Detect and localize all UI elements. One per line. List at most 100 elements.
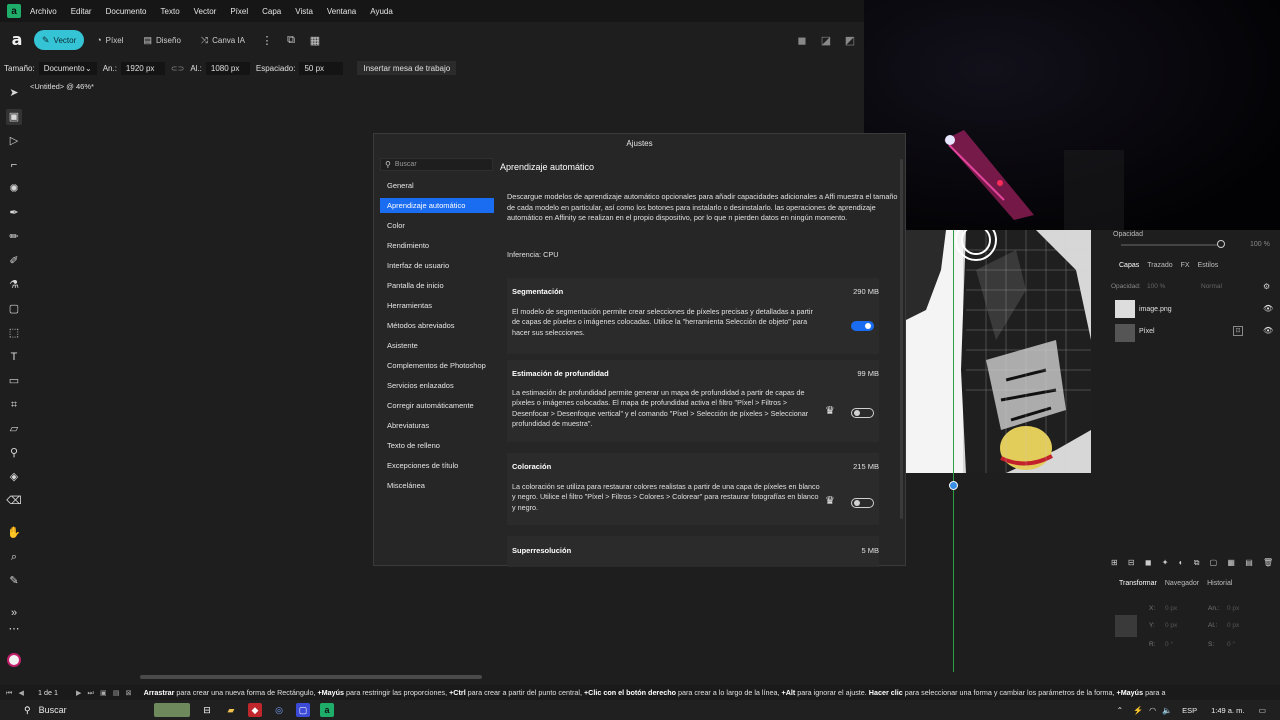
layer-actions[interactable]: ⊞ ⊟ ◼ ✦ ◐ ⧉ ▢ ▦ ▤ 🗑: [1111, 558, 1277, 568]
expand-icon[interactable]: »: [6, 605, 22, 621]
network-icon[interactable]: ⚡: [1133, 706, 1143, 715]
brush-tool-icon[interactable]: ✐: [6, 253, 22, 269]
settings-app-icon[interactable]: ◎: [272, 703, 286, 717]
spacing-field[interactable]: 50 px: [299, 61, 344, 75]
fill-tool-icon[interactable]: ⚗: [6, 277, 22, 293]
node-tool-icon[interactable]: ▷: [6, 133, 22, 149]
chevron-up-icon[interactable]: ⌃: [1116, 706, 1123, 715]
layer-name-pixel[interactable]: Píxel: [1139, 328, 1155, 335]
ruler-tool-icon[interactable]: ▱: [6, 421, 22, 437]
nav-user-interface[interactable]: Interfaz de usuario: [380, 258, 494, 273]
nav-linked-services[interactable]: Servicios enlazados: [380, 378, 494, 393]
color-swatch-icon[interactable]: [7, 653, 21, 667]
anchor-selector-icon[interactable]: [1115, 615, 1137, 637]
menu-ventana[interactable]: Ventana: [327, 7, 356, 16]
persona-vector-button[interactable]: ✎ Vector: [34, 30, 85, 50]
transform-y-field[interactable]: 0 px: [1165, 622, 1177, 629]
first-page-icon[interactable]: ⏮: [6, 688, 12, 698]
language-indicator[interactable]: ESP: [1182, 706, 1197, 715]
dialog-scrollbar[interactable]: [900, 159, 903, 519]
task-view-icon[interactable]: ⊟: [200, 703, 214, 717]
height-field[interactable]: 1080 px: [205, 61, 250, 75]
opacity-slider[interactable]: [1121, 244, 1217, 246]
notifications-icon[interactable]: ▭: [1258, 706, 1266, 715]
tab-stroke[interactable]: Trazado: [1147, 262, 1172, 269]
nav-performance[interactable]: Rendimiento: [380, 238, 494, 253]
persona-layout-button[interactable]: ▤ Diseño: [135, 30, 188, 50]
zoom-tool-icon[interactable]: ⌕: [6, 549, 22, 565]
tab-layers[interactable]: Capas: [1119, 262, 1139, 269]
menu-pixel[interactable]: Píxel: [230, 7, 248, 16]
more-options-icon[interactable]: ⋮: [257, 30, 277, 50]
segmentation-toggle[interactable]: [851, 321, 874, 331]
transform-s-field[interactable]: 0 °: [1227, 641, 1235, 648]
nav-filler-text[interactable]: Texto de relleno: [380, 438, 494, 453]
menu-texto[interactable]: Texto: [161, 7, 180, 16]
menu-capa[interactable]: Capa: [262, 7, 281, 16]
browser-icon[interactable]: ◆: [248, 703, 262, 717]
artboard-tool-icon[interactable]: ▣: [6, 109, 22, 125]
nav-shortcuts[interactable]: Métodos abreviados: [380, 318, 494, 333]
tab-fx[interactable]: FX: [1181, 262, 1190, 269]
menu-archivo[interactable]: Archivo: [30, 7, 57, 16]
file-explorer-icon[interactable]: ▰: [224, 703, 238, 717]
tab-styles[interactable]: Estilos: [1198, 262, 1219, 269]
page-options-icon[interactable]: ▣: [100, 688, 107, 697]
menu-ayuda[interactable]: Ayuda: [370, 7, 393, 16]
persona-canva-ai-button[interactable]: ⤨ Canva IA: [193, 30, 253, 50]
visibility-eye-icon[interactable]: 👁: [1263, 304, 1273, 313]
nav-autocorrect[interactable]: Corregir automáticamente: [380, 398, 494, 413]
rectangle-tool-icon[interactable]: ▢: [6, 301, 22, 317]
widgets-icon[interactable]: [154, 703, 190, 717]
horizontal-scrollbar[interactable]: [140, 675, 482, 679]
crop-tool-icon[interactable]: ⌗: [6, 397, 22, 413]
app-icon[interactable]: ▢: [296, 703, 310, 717]
more-tools-icon[interactable]: ⋯: [6, 621, 22, 637]
boolean-intersect-icon[interactable]: ◩: [840, 30, 860, 50]
menu-editar[interactable]: Editar: [71, 7, 92, 16]
insert-artboard-button[interactable]: Insertar mesa de trabajo: [357, 61, 457, 75]
nav-assistant[interactable]: Asistente: [380, 338, 494, 353]
transform-h-field[interactable]: 0 px: [1227, 622, 1239, 629]
nav-title-exceptions[interactable]: Excepciones de título: [380, 458, 494, 473]
menu-vista[interactable]: Vista: [295, 7, 313, 16]
prev-page-icon[interactable]: ◀: [18, 688, 24, 697]
depth-toggle[interactable]: [851, 408, 874, 418]
blend-mode-select[interactable]: Normal: [1201, 283, 1222, 290]
eraser-tool-icon[interactable]: ⌫: [6, 493, 22, 509]
transform-tool-icon[interactable]: ✺: [6, 181, 22, 197]
tab-navigator[interactable]: Navegador: [1165, 580, 1199, 587]
menu-vector[interactable]: Vector: [194, 7, 217, 16]
vertical-guide[interactable]: [953, 230, 954, 672]
wifi-icon[interactable]: ◠: [1149, 706, 1156, 715]
nav-color[interactable]: Color: [380, 218, 494, 233]
boolean-add-icon[interactable]: ◼: [792, 30, 812, 50]
nav-general[interactable]: General: [380, 178, 494, 193]
settings-search-input[interactable]: ⚲ Buscar: [380, 158, 493, 171]
delete-page-icon[interactable]: ⊠: [126, 688, 132, 697]
layer-name-image[interactable]: image.png: [1139, 306, 1172, 313]
next-page-icon[interactable]: ▶: [76, 688, 82, 697]
pencil-tool-icon[interactable]: ✏: [6, 229, 22, 245]
transform-w-field[interactable]: 0 px: [1227, 605, 1239, 612]
clock[interactable]: 1:49 a. m.: [1211, 706, 1244, 715]
corner-tool-icon[interactable]: ⌐: [6, 157, 22, 173]
text-tool-icon[interactable]: T: [6, 349, 22, 365]
tab-history[interactable]: Historial: [1207, 580, 1232, 587]
gear-icon[interactable]: ⚙: [1263, 282, 1270, 291]
nav-abbreviations[interactable]: Abreviaturas: [380, 418, 494, 433]
page-icon[interactable]: ▤: [113, 688, 120, 697]
move-tool-icon[interactable]: ➤: [6, 85, 22, 101]
color-picker-tool-icon[interactable]: ✎: [6, 573, 22, 589]
nav-tools[interactable]: Herramientas: [380, 298, 494, 313]
taskbar-search[interactable]: ⚲ Buscar: [24, 702, 149, 718]
link-icon[interactable]: ⊂⊃: [171, 64, 184, 73]
nav-machine-learning[interactable]: Aprendizaje automático: [380, 198, 494, 213]
layer-lock-icon[interactable]: ⊡: [1233, 326, 1243, 336]
hand-tool-icon[interactable]: ✋: [6, 525, 22, 541]
gradient-tool-icon[interactable]: ◈: [6, 469, 22, 485]
document-tab[interactable]: <Untitled> @ 46%*: [30, 82, 94, 91]
pen-tool-icon[interactable]: ✒: [6, 205, 22, 221]
transform-r-field[interactable]: 0 °: [1165, 641, 1173, 648]
shape-tool-icon[interactable]: ⬚: [6, 325, 22, 341]
